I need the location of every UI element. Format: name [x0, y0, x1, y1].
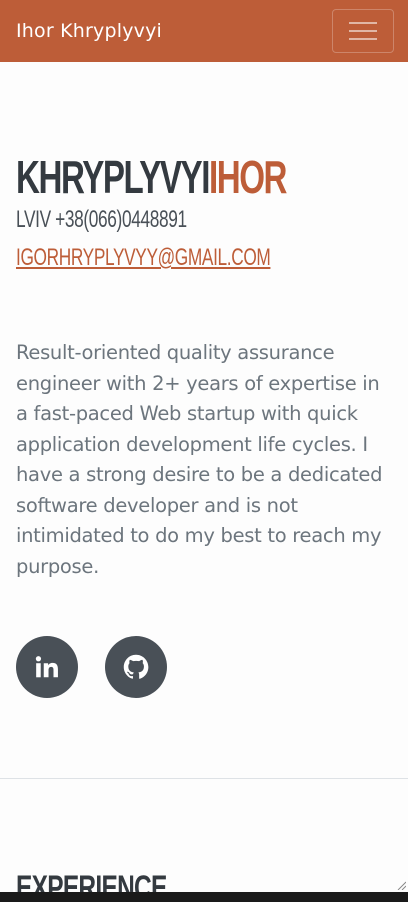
github-link[interactable] — [105, 636, 167, 698]
social-icons — [16, 636, 392, 698]
last-name: Khryplyvyi — [16, 151, 210, 203]
first-name: Ihor — [208, 151, 287, 203]
about-section: KhryplyvyiIhor Lviv +38(066)0448891 igor… — [16, 150, 392, 698]
location-phone: Lviv +38(066)0448891 — [16, 206, 187, 233]
summary-text: Result-oriented quality assurance engine… — [16, 341, 383, 578]
hamburger-icon — [349, 22, 377, 40]
linkedin-link[interactable] — [16, 636, 78, 698]
navbar-brand[interactable]: Ihor Khryplyvyi — [16, 20, 162, 42]
page-title: KhryplyvyiIhor — [16, 150, 287, 204]
github-icon — [123, 654, 149, 679]
email-link[interactable]: igorhryplyvyy@gmail.com — [16, 242, 287, 274]
section-divider — [0, 778, 408, 779]
linkedin-icon — [35, 656, 58, 678]
menu-toggle-button[interactable] — [332, 9, 394, 53]
bottom-bar — [0, 892, 408, 902]
navbar: Ihor Khryplyvyi — [0, 0, 408, 62]
resize-grip-icon[interactable] — [396, 880, 406, 890]
